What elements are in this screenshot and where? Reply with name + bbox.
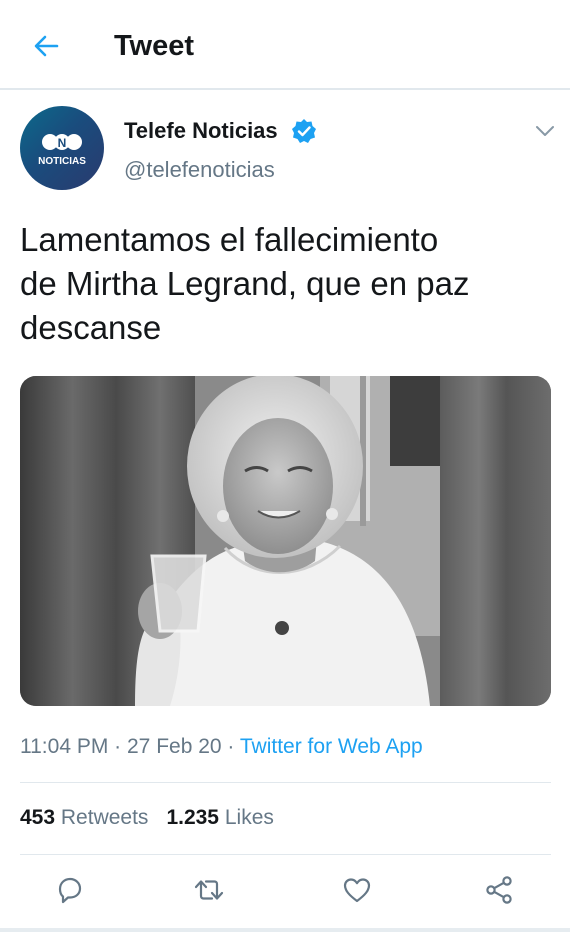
arrow-left-icon	[34, 35, 59, 57]
top-bar: Tweet	[0, 0, 570, 88]
share-button[interactable]	[481, 872, 517, 908]
share-icon	[486, 876, 512, 904]
retweet-icon	[194, 880, 224, 900]
svg-text:NOTICIAS: NOTICIAS	[38, 156, 86, 167]
more-options-button[interactable]	[532, 118, 558, 144]
telefe-logo-icon: N NOTICIAS	[38, 134, 86, 167]
likes-label: Likes	[224, 806, 274, 829]
likes-stat[interactable]: 1.235 Likes	[166, 806, 273, 829]
verified-badge-icon	[292, 119, 316, 143]
back-button[interactable]	[28, 28, 64, 64]
like-button[interactable]	[339, 872, 375, 908]
retweets-label: Retweets	[60, 806, 149, 829]
svg-text:N: N	[58, 136, 67, 150]
page-title: Tweet	[114, 30, 195, 62]
tweet-stats: 453 Retweets 1.235 Likes	[20, 804, 274, 832]
avatar[interactable]: N NOTICIAS	[20, 106, 104, 190]
retweets-count: 453	[20, 806, 56, 829]
tweet-source-link[interactable]: Twitter for Web App	[240, 735, 423, 758]
meta-separator: ·	[221, 735, 240, 758]
retweet-button[interactable]	[191, 872, 227, 908]
likes-count: 1.235	[166, 806, 219, 829]
reply-icon	[58, 877, 82, 904]
chevron-down-icon	[536, 126, 554, 136]
tweet-time: 11:04 PM	[20, 735, 109, 758]
tweet-date: 27 Feb 20	[127, 735, 222, 758]
like-icon	[343, 878, 371, 903]
tweet-text-line: Lamentamos el fallecimiento	[20, 221, 439, 258]
tweet-photo[interactable]	[20, 376, 551, 706]
header-divider	[0, 88, 570, 90]
bottom-divider	[0, 928, 570, 932]
divider	[20, 854, 551, 855]
tweet-text-line: de Mirtha Legrand, que en paz	[20, 265, 470, 302]
retweets-stat[interactable]: 453 Retweets	[20, 806, 148, 829]
author-handle[interactable]: @telefenoticias	[124, 156, 275, 184]
meta-separator: ·	[108, 735, 127, 758]
reply-button[interactable]	[52, 872, 88, 908]
photo-image	[20, 376, 551, 706]
tweet-meta: 11:04 PM · 27 Feb 20 · Twitter for Web A…	[20, 733, 423, 761]
tweet-text: Lamentamos el fallecimiento de Mirtha Le…	[20, 218, 540, 350]
tweet-text-line: descanse	[20, 309, 162, 346]
divider	[20, 782, 551, 783]
author-name[interactable]: Telefe Noticias	[124, 118, 278, 144]
